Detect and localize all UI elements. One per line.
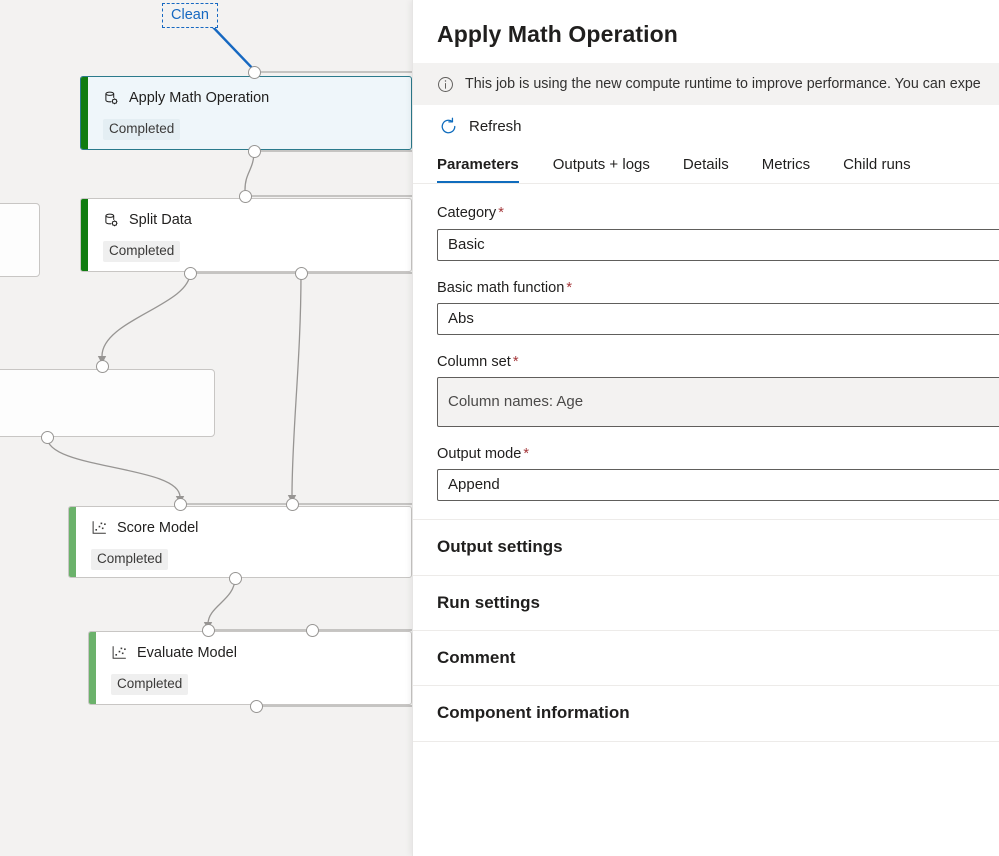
banner-text: This job is using the new compute runtim… — [465, 76, 981, 93]
panel-toolbar: Refresh — [413, 105, 999, 145]
clean-node-chip[interactable]: Clean — [162, 3, 218, 29]
field-label-output-mode: Output mode * — [437, 445, 999, 463]
database-gear-icon — [103, 212, 120, 229]
tab-parameters[interactable]: Parameters — [437, 156, 519, 184]
graph-node-partial-middle[interactable] — [0, 369, 215, 437]
basic-math-function-input[interactable]: Abs — [437, 302, 999, 335]
node-status-stripe — [81, 77, 88, 149]
tab-outputs-logs[interactable]: Outputs + logs — [553, 156, 667, 183]
column-set-input[interactable]: Column names: Age — [437, 377, 999, 427]
refresh-icon — [439, 117, 458, 136]
node-port-input[interactable] — [247, 65, 261, 79]
node-status-stripe — [81, 199, 88, 271]
label-text: Basic math function — [437, 279, 565, 296]
section-component-information[interactable]: Component information — [413, 685, 999, 742]
node-status-badge: Completed — [91, 549, 169, 570]
graph-node-partial-upper[interactable] — [0, 203, 40, 277]
label-text: Category — [437, 205, 497, 222]
page-title: Apply Math Operation — [437, 21, 678, 47]
node-status-badge: Completed — [103, 119, 181, 140]
node-port-output[interactable] — [247, 144, 261, 158]
graph-node-evaluate-model[interactable]: Evaluate Model Completed — [88, 631, 412, 705]
database-gear-icon — [103, 90, 120, 107]
section-output-settings[interactable]: Output settings — [413, 519, 999, 574]
refresh-label: Refresh — [469, 118, 522, 136]
tab-metrics[interactable]: Metrics — [762, 156, 827, 183]
component-detail-panel: Apply Math Operation This job is using t… — [412, 0, 999, 856]
node-port-input[interactable] — [201, 623, 215, 637]
compute-runtime-banner: This job is using the new compute runtim… — [413, 63, 999, 106]
node-port-output-left[interactable] — [183, 266, 197, 280]
scatter-plot-icon — [111, 645, 128, 661]
node-port-input-secondary[interactable] — [305, 623, 319, 637]
panel-tabs: Parameters Outputs + logs Details Metric… — [413, 145, 999, 185]
node-status-badge: Completed — [111, 674, 189, 695]
node-status-stripe — [69, 507, 76, 577]
node-status-badge: Completed — [103, 241, 181, 262]
node-port-input[interactable] — [238, 189, 252, 203]
field-label-basic-math-function: Basic math function * — [437, 279, 999, 297]
node-port-input[interactable] — [95, 359, 109, 373]
tab-details[interactable]: Details — [683, 156, 746, 183]
section-run-settings[interactable]: Run settings — [413, 574, 999, 630]
graph-node-score-model[interactable]: Score Model Completed — [68, 506, 412, 578]
parameters-form: Category * Basic Basic math function * Abs… — [413, 184, 999, 502]
node-port-output-right[interactable] — [294, 266, 308, 280]
field-output-mode: Output mode * Append — [437, 445, 999, 502]
node-port-output[interactable] — [228, 571, 242, 585]
output-mode-input[interactable]: Append — [437, 469, 999, 502]
field-basic-math-function: Basic math function * Abs — [437, 279, 999, 335]
graph-node-apply-math-operation[interactable]: Apply Math Operation Completed — [80, 76, 412, 150]
node-status-stripe — [89, 632, 96, 704]
pipeline-graph-canvas[interactable]: Clean Apply Math Operation Completed Spl… — [0, 0, 412, 856]
panel-sections: Output settings Run settings Comment Com… — [413, 519, 999, 742]
refresh-button[interactable]: Refresh — [437, 114, 528, 139]
field-column-set: Column set * Column names: Age — [437, 353, 999, 427]
node-title: Score Model — [117, 519, 199, 536]
section-comment[interactable]: Comment — [413, 630, 999, 685]
field-label-category: Category * — [437, 204, 999, 222]
required-asterisk: * — [523, 446, 530, 462]
required-asterisk: * — [498, 205, 504, 222]
node-title: Split Data — [129, 211, 192, 228]
tab-child-runs[interactable]: Child runs — [843, 156, 928, 183]
node-title: Apply Math Operation — [129, 89, 270, 106]
node-port-input-left[interactable] — [173, 497, 187, 511]
required-asterisk: * — [512, 353, 519, 370]
info-icon — [437, 76, 454, 93]
node-port-output[interactable] — [40, 430, 54, 444]
node-port-input-right[interactable] — [285, 497, 299, 511]
label-text: Output mode — [437, 446, 522, 462]
panel-header: Apply Math Operation — [413, 0, 999, 63]
clean-node-label: Clean — [171, 7, 209, 23]
required-asterisk: * — [566, 279, 573, 296]
graph-node-split-data[interactable]: Split Data Completed — [80, 198, 412, 272]
scatter-plot-icon — [91, 520, 108, 536]
field-label-column-set: Column set * — [437, 353, 999, 371]
field-category: Category * Basic — [437, 204, 999, 261]
job-detail-page: Clean Apply Math Operation Completed Spl… — [0, 0, 999, 856]
category-input[interactable]: Basic — [437, 228, 999, 261]
node-port-output[interactable] — [249, 699, 263, 713]
node-title: Evaluate Model — [137, 644, 237, 661]
label-text: Column set — [437, 353, 511, 370]
